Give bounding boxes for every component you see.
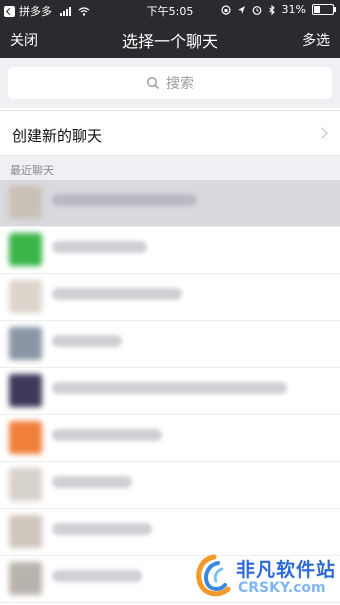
chat-row[interactable]: [0, 321, 340, 368]
search-input[interactable]: 搜索: [8, 67, 332, 99]
chat-name-blurred: [52, 194, 197, 206]
chat-row[interactable]: [0, 180, 340, 227]
recent-chats-label: 最近聊天: [10, 164, 54, 177]
chat-avatar: [9, 562, 42, 595]
chat-name-blurred: [52, 570, 142, 582]
status-bar-right: 31%: [220, 3, 336, 16]
status-bar: 拼多多 下午5:05 31%: [0, 0, 340, 20]
search-placeholder: 搜索: [166, 76, 194, 92]
chat-avatar: [9, 468, 42, 501]
chat-avatar: [9, 233, 42, 266]
crsky-logo-icon: [196, 554, 231, 597]
chat-name-blurred: [52, 335, 122, 347]
search-icon: [146, 76, 159, 89]
chat-avatar: [9, 327, 42, 360]
watermark: 非凡软件站 CRSKY.com: [188, 551, 338, 603]
bluetooth-icon: [268, 4, 275, 15]
chat-row[interactable]: [0, 368, 340, 415]
chat-name-blurred: [52, 429, 162, 441]
chat-avatar: [9, 421, 42, 454]
search-bar-container: 搜索: [0, 58, 340, 108]
chat-name-blurred: [52, 241, 147, 253]
create-new-chat-row[interactable]: 创建新的聊天: [0, 110, 340, 156]
alarm-icon: [252, 5, 261, 15]
chat-name-blurred: [52, 476, 132, 488]
chat-row[interactable]: [0, 415, 340, 462]
chat-row[interactable]: [0, 462, 340, 509]
battery-percent: 31%: [281, 3, 306, 16]
chat-name-blurred: [52, 382, 287, 394]
nav-bar: 关闭 选择一个聊天 多选: [0, 20, 340, 58]
page-title: 选择一个聊天: [121, 32, 218, 51]
multi-select-button[interactable]: 多选: [302, 30, 330, 50]
battery-icon: [312, 4, 336, 15]
chat-avatar: [9, 186, 42, 219]
recent-chats-header: 最近聊天: [0, 156, 340, 180]
location-icon: [237, 5, 245, 14]
chat-name-blurred: [52, 523, 152, 535]
create-new-chat-label: 创建新的聊天: [12, 127, 103, 145]
chat-name-blurred: [52, 288, 182, 300]
watermark-en-text: CRSKY.com: [238, 580, 326, 596]
chat-avatar: [9, 515, 42, 548]
recent-chat-list: [0, 180, 340, 603]
watermark-cn-text: 非凡软件站: [236, 559, 337, 581]
chat-row[interactable]: [0, 509, 340, 556]
chevron-right-icon: [316, 127, 328, 139]
chat-row[interactable]: [0, 274, 340, 321]
chat-avatar: [9, 374, 42, 407]
battery-fill: [314, 6, 320, 13]
chat-avatar: [9, 280, 42, 313]
chat-row[interactable]: [0, 227, 340, 274]
lock-rotation-icon: [220, 4, 231, 15]
